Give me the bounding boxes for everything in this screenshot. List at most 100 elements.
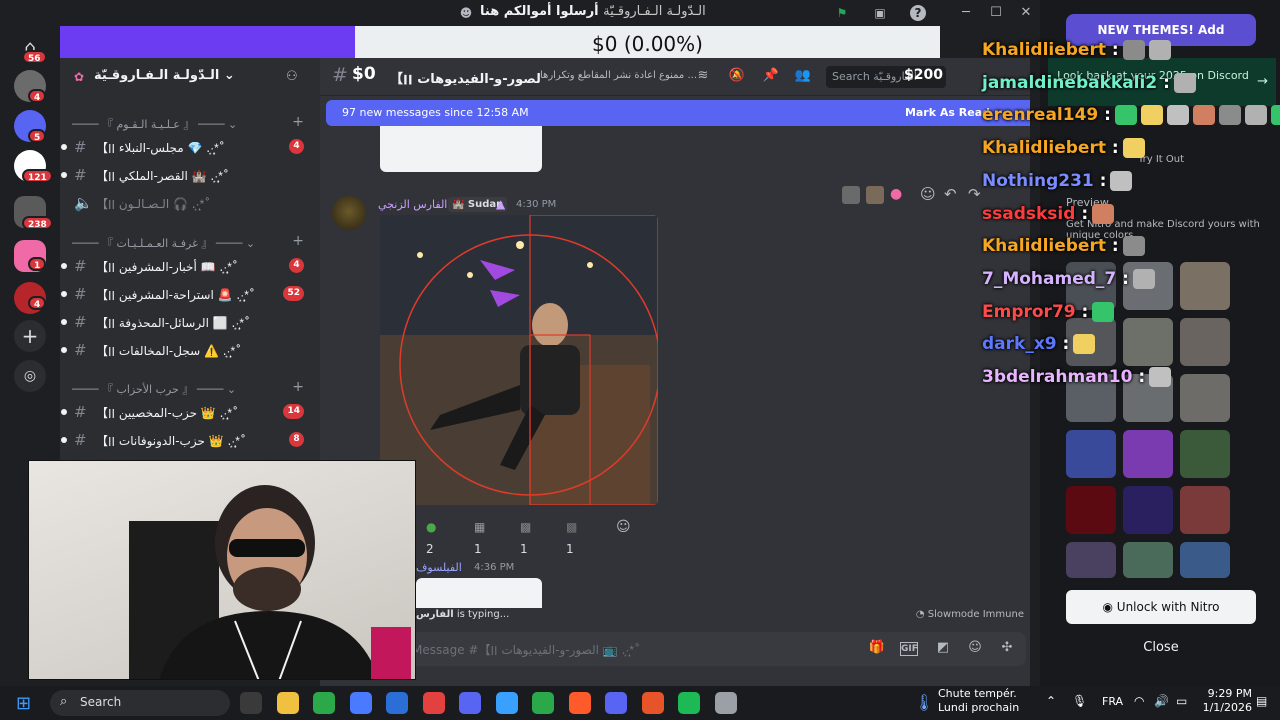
- add-server-icon[interactable]: +: [14, 320, 46, 352]
- reaction-pill[interactable]: ▩ 1: [560, 516, 583, 556]
- overlay-chat-line: Khalidliebert :: [982, 138, 1145, 164]
- webcam-overlay: [28, 460, 416, 680]
- maximize-button[interactable]: ☐: [986, 4, 1006, 22]
- sticker-icon[interactable]: ◩: [934, 640, 952, 658]
- discover-icon[interactable]: ◎: [14, 360, 46, 392]
- category-header[interactable]: ──── 『 غرفـة العـمـلـيـات 』 ──── ⌄: [72, 235, 255, 251]
- reaction-pill[interactable]: ▩ 1: [514, 516, 537, 556]
- microphone-icon[interactable]: 🎙: [1072, 694, 1087, 708]
- avatar[interactable]: [332, 196, 366, 230]
- theme-swatch[interactable]: [1123, 486, 1173, 534]
- message-image[interactable]: [380, 215, 658, 505]
- theme-swatch[interactable]: [1180, 430, 1230, 478]
- language-indicator[interactable]: FRA: [1102, 695, 1123, 708]
- apps-icon[interactable]: ✣: [998, 640, 1016, 658]
- theme-swatch[interactable]: [1066, 542, 1116, 578]
- taskbar-search[interactable]: ⌕ Search: [50, 690, 230, 716]
- theme-swatch[interactable]: [1066, 430, 1116, 478]
- battery-icon[interactable]: ▭: [1176, 694, 1187, 708]
- taskbar-app-icon[interactable]: [532, 692, 554, 714]
- taskbar-app-icon[interactable]: [459, 692, 481, 714]
- taskbar-app-icon[interactable]: [678, 692, 700, 714]
- taskbar-app-icon[interactable]: [714, 692, 737, 714]
- reaction-pill[interactable]: ● 2: [420, 516, 442, 556]
- emoji-icon[interactable]: ☺: [966, 640, 984, 658]
- taskbar-app-icon[interactable]: [568, 692, 591, 714]
- mention-badge: 4: [289, 139, 304, 154]
- taskbar-app-icon[interactable]: [313, 692, 335, 714]
- theme-swatch[interactable]: [1123, 430, 1173, 478]
- category-header[interactable]: ──── 『 عـلـيـة الـقـوم 』 ──── ⌄: [72, 116, 237, 132]
- taskbar-app-icon[interactable]: [240, 692, 262, 714]
- unlock-nitro-button[interactable]: ◉ Unlock with Nitro: [1066, 590, 1256, 624]
- channel-item[interactable]: # 【أخبار-المشرفين ׀׀ 📖 .·͙*̩̩͙˚ 4: [61, 254, 310, 278]
- weather-subtitle[interactable]: Lundi prochain: [938, 701, 1019, 714]
- taskbar-app-icon[interactable]: [495, 692, 518, 714]
- taskbar-app-icon[interactable]: [605, 692, 627, 714]
- theme-swatch[interactable]: [1123, 542, 1173, 578]
- add-channel-icon[interactable]: +: [292, 379, 304, 395]
- flag-icon[interactable]: ⚑: [834, 5, 850, 21]
- add-channel-icon[interactable]: +: [292, 114, 304, 130]
- add-channel-icon[interactable]: +: [292, 233, 304, 249]
- reaction-pill[interactable]: ▦ 1: [468, 516, 491, 556]
- server-name-header[interactable]: الـدّولـة الـفـاروقـيّة ⌄: [94, 68, 235, 83]
- message-author[interactable]: الفارس الزنجي: [378, 198, 447, 211]
- speaker-icon: 🔈: [74, 194, 93, 212]
- clock-date[interactable]: 1/1/2026: [1200, 701, 1252, 714]
- reaction-shortcut-icon[interactable]: [866, 186, 884, 204]
- theme-swatch[interactable]: [1180, 486, 1230, 534]
- face-emoji-icon: ▩: [520, 520, 532, 534]
- inbox-icon[interactable]: ▣: [872, 5, 888, 21]
- pin-icon[interactable]: 📌: [762, 68, 780, 86]
- channel-item[interactable]: # 【الرسائل-المحذوفة ׀׀ ⬜ .·͙*̩̩͙˚: [61, 310, 310, 334]
- taskbar-app-icon[interactable]: [349, 692, 372, 714]
- overlay-username: erenreal149: [982, 105, 1099, 126]
- channel-topic[interactable]: ممنوع اعادة نشر المقاطع وتكرارها ...: [540, 70, 697, 81]
- channel-item[interactable]: # 【القصر-الملكي ׀׀ 🏰 .·͙*̩̩͙˚: [61, 163, 310, 187]
- wifi-icon[interactable]: ◠: [1134, 694, 1144, 708]
- taskbar-app-icon[interactable]: [422, 692, 445, 714]
- reaction-shortcut-icon[interactable]: [842, 186, 860, 204]
- taskbar-app-icon[interactable]: [641, 692, 664, 714]
- close-panel-button[interactable]: Close: [1066, 640, 1256, 662]
- members-icon[interactable]: 👥: [794, 68, 812, 86]
- server-title: الـدّولـة الـفـاروقـيّة: [603, 4, 706, 19]
- voice-channel-item[interactable]: 🔈 【الـصـالـون ׀׀ 🎧 .·͙*̩̩͙˚: [70, 191, 310, 215]
- taskbar-app-icon[interactable]: [276, 692, 299, 714]
- taskbar-app-icon[interactable]: [386, 692, 408, 714]
- channel-item[interactable]: # 【سجل-المخالفات ׀׀ ⚠️ .·͙*̩̩͙˚: [61, 338, 310, 362]
- channel-item[interactable]: # 【مجلس-النبلاء ׀׀ 💎 .·͙*̩̩͙˚ 4: [61, 135, 310, 159]
- minimize-button[interactable]: ─: [956, 4, 976, 22]
- brain-reaction-icon[interactable]: ●: [890, 186, 902, 202]
- chevron-up-icon[interactable]: ⌃: [1046, 694, 1056, 708]
- notification-icon[interactable]: ▤: [1256, 694, 1267, 708]
- gif-icon[interactable]: GIF: [900, 642, 918, 656]
- theme-swatch[interactable]: [1066, 486, 1116, 534]
- message-author[interactable]: الفيلسوف: [416, 561, 462, 574]
- overlay-colon: :: [1105, 138, 1119, 159]
- role-triangle-icon: ▲: [496, 197, 506, 211]
- channel-item[interactable]: # 【حزب-المخصيين ׀׀ 👑 .·͙*̩̩͙˚ 14: [61, 400, 310, 424]
- gift-icon[interactable]: 🎁: [868, 640, 886, 658]
- mute-bell-icon[interactable]: 🔕: [728, 68, 746, 86]
- clock-time[interactable]: 9:29 PM: [1200, 687, 1252, 700]
- add-reaction-icon[interactable]: ☺: [610, 516, 637, 538]
- help-icon[interactable]: ?: [910, 5, 926, 21]
- add-user-icon[interactable]: ⚇: [286, 69, 298, 84]
- message-composer[interactable]: Message #【الصور-و-الفيديوهات ׀׀ 📺 .·͙*̩̩…: [398, 632, 1026, 666]
- weather-title[interactable]: Chute tempér.: [938, 687, 1017, 700]
- channel-item[interactable]: # 【استراحة-المشرفين ׀׀ 🚨 .·͙*̩̩͙˚ 52: [61, 282, 310, 306]
- windows-start-icon[interactable]: ⊞: [16, 693, 31, 714]
- message-embed[interactable]: [416, 578, 542, 608]
- new-messages-bar[interactable]: 97 new messages since 12:58 AM Mark As R…: [326, 100, 1030, 126]
- close-window-button[interactable]: ✕: [1016, 4, 1036, 22]
- category-label: 『 عـلـيـة الـقـوم 』: [102, 118, 195, 131]
- volume-icon[interactable]: 🔊: [1154, 694, 1169, 708]
- threads-icon[interactable]: ≋: [694, 68, 712, 86]
- theme-swatch[interactable]: [1180, 542, 1230, 578]
- add-reaction-icon[interactable]: ☺: [920, 185, 936, 203]
- reply-icon[interactable]: ↶: [944, 185, 957, 203]
- channel-item[interactable]: # 【حزب-الدونوفانات ׀׀ 👑 .·͙*̩̩͙˚ 8: [61, 428, 310, 452]
- category-header[interactable]: ──── 『 حرب الأحزاب 』 ──── ⌄: [72, 381, 236, 397]
